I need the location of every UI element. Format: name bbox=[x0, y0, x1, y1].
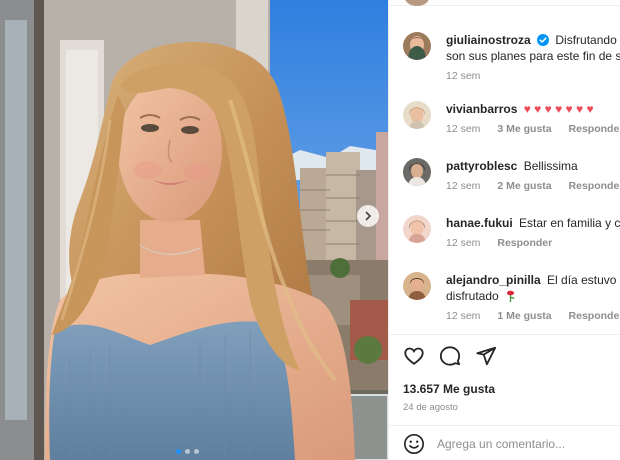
comment-body: hanae.fukui Estar en familia y con 12 se… bbox=[446, 215, 620, 249]
commenter-avatar[interactable] bbox=[403, 215, 431, 243]
comment-time[interactable]: 12 sem bbox=[446, 123, 480, 135]
comment-meta: 12 sem 3 Me gusta Responder bbox=[446, 123, 620, 135]
avatar-image bbox=[403, 215, 431, 243]
post-actions: 13.657 Me gusta 24 de agosto bbox=[389, 334, 620, 460]
likes-count[interactable]: 13.657 Me gusta bbox=[403, 382, 495, 396]
carousel-dot bbox=[194, 449, 199, 454]
carousel-dot bbox=[185, 449, 190, 454]
comment-time[interactable]: 12 sem bbox=[446, 180, 480, 192]
smiley-icon[interactable] bbox=[403, 433, 425, 455]
add-comment-bar bbox=[389, 425, 620, 460]
chevron-right-icon bbox=[365, 211, 372, 221]
caption-line-1: giuliainostroza Disfrutando mi bbox=[446, 32, 620, 48]
caption-meta: 12 sem bbox=[446, 70, 620, 82]
comment-username[interactable]: alejandro_pinilla bbox=[446, 273, 541, 287]
comment-username[interactable]: vivianbarros bbox=[446, 102, 517, 116]
commenter-avatar[interactable] bbox=[403, 158, 431, 186]
post-date[interactable]: 24 de agosto bbox=[403, 402, 458, 413]
comment-line: alejandro_pinilla El día estuvo he bbox=[446, 272, 620, 288]
comment-text: Estar en familia y con bbox=[519, 216, 620, 230]
avatar-image bbox=[403, 158, 431, 186]
comment-line: vivianbarros ♥ ♥ ♥ ♥ ♥ ♥ ♥ bbox=[446, 101, 620, 117]
post-photo[interactable] bbox=[0, 0, 388, 460]
comment-body: pattyroblesc Bellissima 12 sem 2 Me gust… bbox=[446, 158, 620, 192]
caption-body: giuliainostroza Disfrutando mi son sus p… bbox=[446, 32, 620, 82]
verified-badge-icon bbox=[537, 34, 550, 46]
comment-meta: 12 sem Responder bbox=[446, 237, 620, 249]
comment-time[interactable]: 12 sem bbox=[446, 237, 480, 249]
paper-plane-icon[interactable] bbox=[475, 345, 497, 367]
comment-body: alejandro_pinilla El día estuvo he disfr… bbox=[446, 272, 620, 322]
comment-username[interactable]: pattyroblesc bbox=[446, 159, 517, 173]
comment-username[interactable]: hanae.fukui bbox=[446, 216, 513, 230]
caption-author[interactable]: giuliainostroza bbox=[446, 33, 531, 47]
comment-time[interactable]: 12 sem bbox=[446, 310, 480, 322]
reply-button[interactable]: Responder bbox=[497, 237, 552, 249]
comment-likes[interactable]: 3 Me gusta bbox=[497, 123, 551, 135]
comment-body: vivianbarros ♥ ♥ ♥ ♥ ♥ ♥ ♥ 12 sem 3 Me g… bbox=[446, 101, 620, 135]
avatar bbox=[405, 0, 429, 6]
comment-line: hanae.fukui Estar en familia y con bbox=[446, 215, 620, 231]
heart-emoji-icon: ♥ ♥ ♥ ♥ ♥ ♥ ♥ bbox=[523, 102, 594, 116]
carousel-dot-active bbox=[176, 449, 181, 454]
rose-emoji-icon bbox=[507, 290, 515, 302]
comment-text: El día estuvo he bbox=[547, 273, 620, 287]
comment-text-2: disfrutado bbox=[446, 289, 499, 303]
comment-meta: 12 sem 2 Me gusta Responder Ve bbox=[446, 180, 620, 192]
carousel-next-button[interactable] bbox=[357, 205, 379, 227]
previous-comment-cutoff bbox=[389, 0, 620, 6]
commenter-avatar[interactable] bbox=[403, 272, 431, 300]
author-avatar[interactable] bbox=[403, 32, 431, 60]
caption-line-2: son sus planes para este fin de se bbox=[446, 49, 620, 63]
reply-button[interactable]: Responder bbox=[569, 310, 620, 322]
avatar-image bbox=[403, 32, 431, 60]
reply-button[interactable]: Responder bbox=[569, 123, 620, 135]
caption-time[interactable]: 12 sem bbox=[446, 70, 480, 82]
avatar-image bbox=[403, 272, 431, 300]
avatar-image bbox=[403, 101, 431, 129]
carousel-indicator bbox=[176, 449, 199, 454]
comment-likes[interactable]: 2 Me gusta bbox=[497, 180, 551, 192]
heart-outline-icon[interactable] bbox=[403, 345, 425, 367]
comment-input[interactable] bbox=[437, 434, 617, 454]
comment-line-2: disfrutado bbox=[446, 288, 620, 304]
action-icon-row bbox=[403, 345, 497, 367]
comment-text: Bellissima bbox=[523, 159, 578, 173]
comment-meta: 12 sem 1 Me gusta Responder bbox=[446, 310, 620, 322]
caption-text: Disfrutando mi bbox=[555, 33, 620, 47]
comment-bubble-icon[interactable] bbox=[439, 345, 461, 367]
comment-line: pattyroblesc Bellissima bbox=[446, 158, 620, 174]
comment-likes[interactable]: 1 Me gusta bbox=[497, 310, 551, 322]
commenter-avatar[interactable] bbox=[403, 101, 431, 129]
comments-panel: giuliainostroza Disfrutando mi son sus p… bbox=[388, 0, 620, 460]
reply-button[interactable]: Responder bbox=[569, 180, 620, 192]
photo-scene bbox=[0, 0, 388, 460]
